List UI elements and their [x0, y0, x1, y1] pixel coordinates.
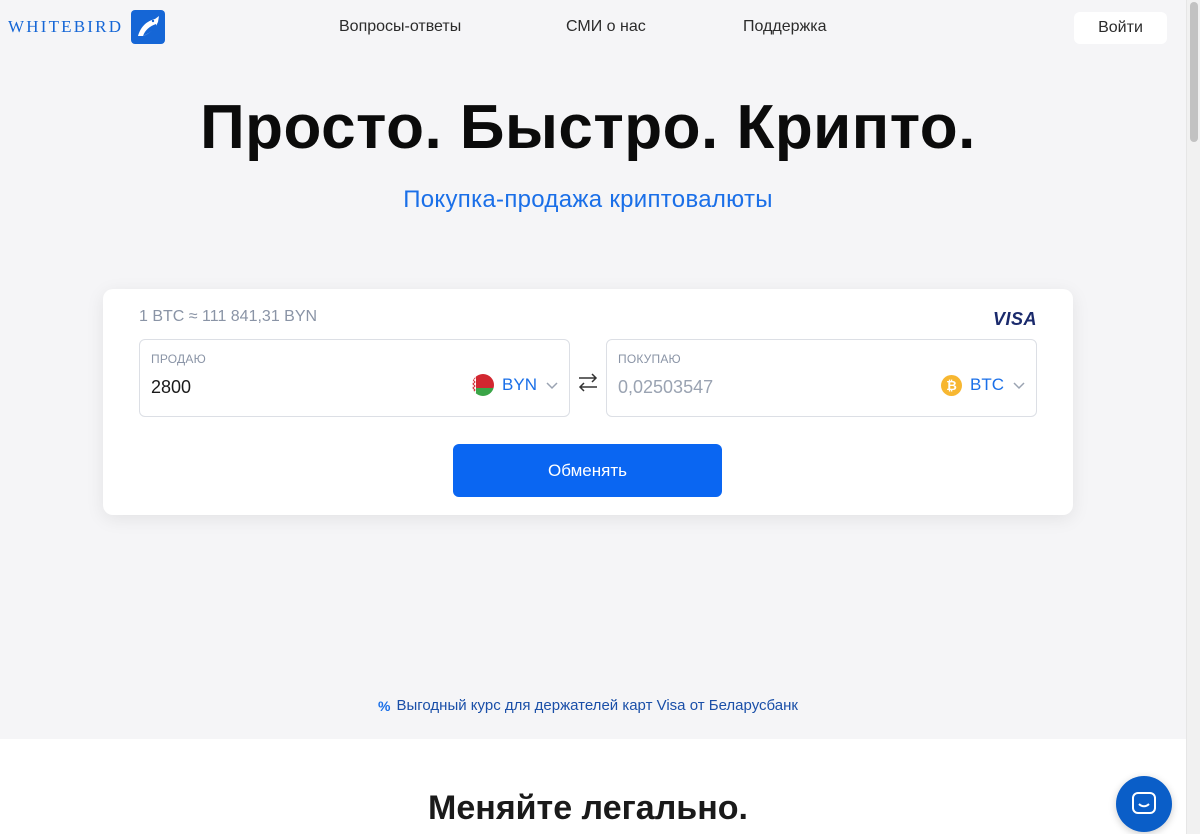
sell-currency-code: BYN — [502, 375, 537, 394]
chat-button[interactable] — [1116, 776, 1172, 832]
legal-section: Меняйте легально. — [0, 739, 1186, 834]
sell-field: ПРОДАЮ BYN — [139, 339, 570, 417]
chat-icon — [1132, 792, 1156, 814]
bitcoin-icon: ₿ — [941, 374, 962, 396]
page-scrollbar[interactable] — [1186, 0, 1200, 834]
site-header: WHITEBIRD Вопросы-ответы СМИ о нас Подде… — [0, 0, 1186, 56]
sell-currency-select[interactable]: BYN — [472, 371, 559, 399]
login-button[interactable]: Войти — [1074, 12, 1167, 44]
exchange-button[interactable]: Обменять — [453, 444, 722, 497]
nav-item-media[interactable]: СМИ о нас — [566, 18, 646, 36]
belarus-flag-icon — [472, 374, 495, 396]
nav-item-faq[interactable]: Вопросы-ответы — [339, 18, 461, 36]
section-title: Меняйте легально. — [428, 789, 748, 827]
scrollbar-thumb[interactable] — [1190, 2, 1198, 142]
exchange-rate: 1 BTC ≈ 111 841,31 BYN — [139, 308, 318, 325]
chevron-down-icon — [1013, 382, 1025, 390]
nav-item-support[interactable]: Поддержка — [743, 18, 826, 36]
swap-arrows-icon[interactable] — [575, 369, 601, 395]
chevron-down-icon — [546, 382, 558, 390]
page-subtitle: Покупка-продажа криптовалюты — [403, 186, 773, 213]
buy-currency-select[interactable]: ₿ BTC — [941, 371, 1026, 399]
exchange-card: 1 BTC ≈ 111 841,31 BYN VISA ПРОДАЮ BYN П… — [103, 289, 1073, 515]
buy-field: ПОКУПАЮ ₿ BTC — [606, 339, 1037, 417]
promo-link[interactable]: Выгодный курс для держателей карт Visa о… — [396, 697, 797, 714]
buy-label: ПОКУПАЮ — [618, 352, 681, 366]
sell-amount-input[interactable] — [151, 375, 391, 399]
page-title: Просто. Быстро. Крипто. — [200, 93, 976, 162]
sell-label: ПРОДАЮ — [151, 352, 206, 366]
buy-currency-code: BTC — [970, 375, 1004, 394]
visa-logo: VISA — [992, 309, 1037, 329]
promo-banner: % Выгодный курс для держателей карт Visa… — [0, 697, 1176, 714]
main-nav: Вопросы-ответы СМИ о нас Поддержка — [0, 18, 1186, 40]
percent-icon: % — [378, 697, 391, 714]
buy-amount-input[interactable] — [618, 375, 858, 399]
